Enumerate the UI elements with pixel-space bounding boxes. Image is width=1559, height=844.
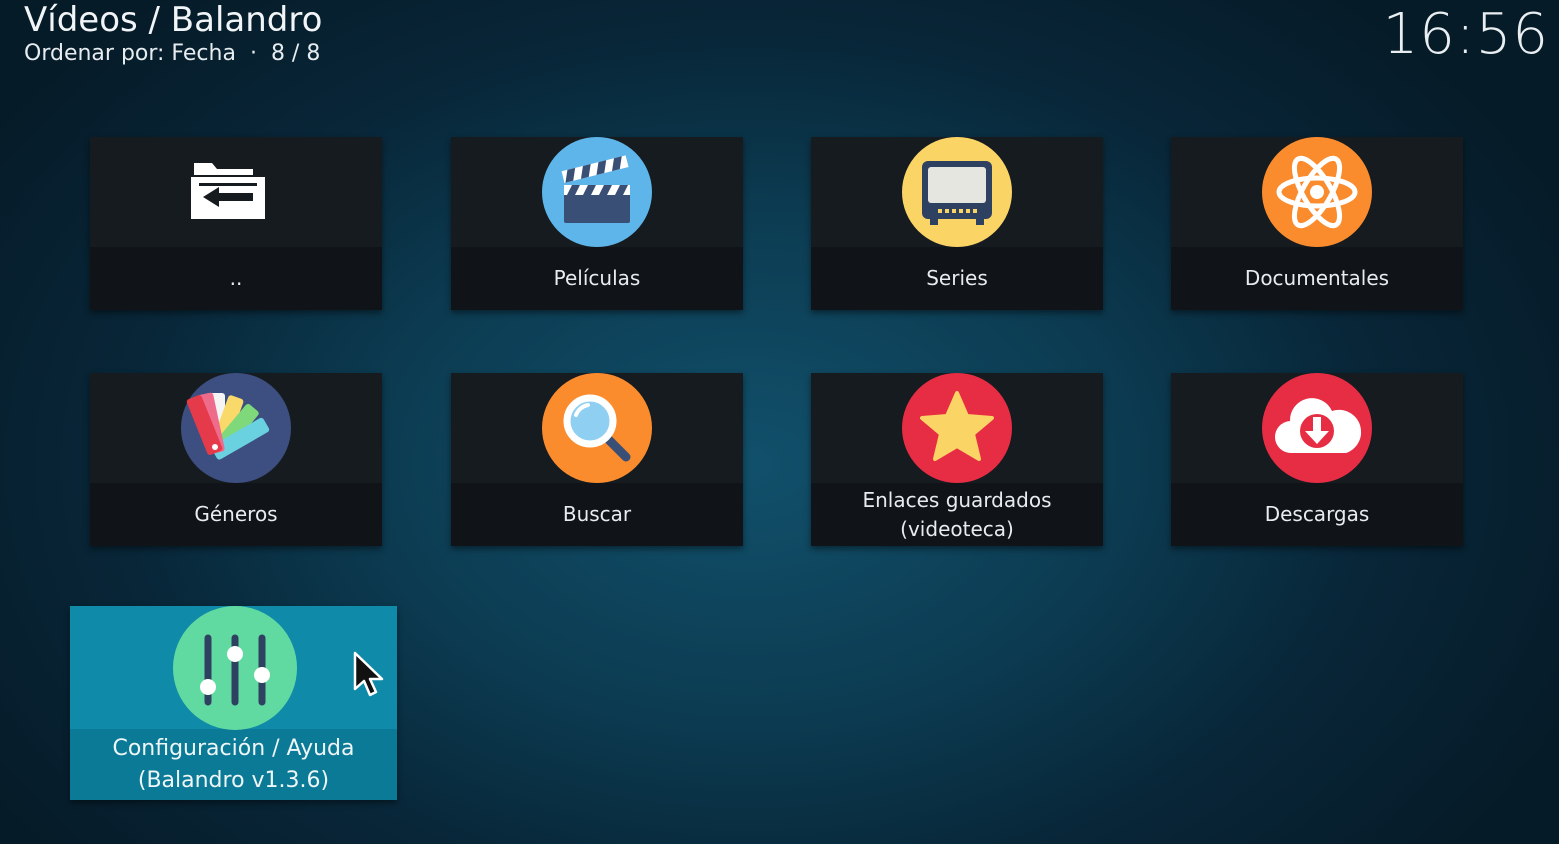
tile-generos[interactable]: Géneros bbox=[90, 373, 382, 546]
atom-icon bbox=[1262, 137, 1372, 247]
tile-parent-folder[interactable]: .. bbox=[90, 137, 382, 310]
tile-label: Buscar bbox=[562, 502, 632, 526]
page-title: Vídeos / Balandro bbox=[24, 0, 323, 40]
sort-info: Ordenar por: Fecha · 8 / 8 bbox=[24, 40, 320, 68]
item-count: 8 / 8 bbox=[270, 41, 321, 66]
tile-configuracion-ayuda[interactable]: Configuración / Ayuda (Balandro v1.3.6) bbox=[70, 606, 397, 800]
tile-label: Descargas bbox=[1264, 502, 1370, 526]
magnifier-icon bbox=[542, 373, 652, 483]
tile-label: .. bbox=[229, 266, 243, 290]
tv-icon bbox=[902, 137, 1012, 247]
clapperboard-icon bbox=[542, 137, 652, 247]
clock: 16:56 bbox=[1382, 2, 1549, 67]
tile-peliculas[interactable]: Películas bbox=[451, 137, 743, 310]
tile-enlaces-guardados[interactable]: Enlaces guardados (videoteca) bbox=[811, 373, 1103, 546]
cloud-download-icon bbox=[1262, 373, 1372, 483]
tile-descargas[interactable]: Descargas bbox=[1171, 373, 1463, 546]
sliders-icon bbox=[173, 606, 297, 730]
folder-back-icon bbox=[191, 163, 265, 219]
tile-label: Series bbox=[926, 266, 988, 290]
tile-label: Géneros bbox=[194, 502, 278, 526]
tile-label: Películas bbox=[553, 266, 641, 290]
mouse-cursor-icon bbox=[353, 651, 384, 697]
tile-label: Documentales bbox=[1244, 266, 1390, 290]
tile-documentales[interactable]: Documentales bbox=[1171, 137, 1463, 310]
sort-label[interactable]: Ordenar por: Fecha bbox=[24, 41, 236, 66]
tile-series[interactable]: Series bbox=[811, 137, 1103, 310]
separator: · bbox=[249, 41, 257, 66]
tile-label: Configuración / Ayuda (Balandro v1.3.6) bbox=[112, 735, 355, 793]
tile-label: Enlaces guardados (videoteca) bbox=[862, 487, 1052, 541]
tile-buscar[interactable]: Buscar bbox=[451, 373, 743, 546]
star-icon bbox=[902, 373, 1012, 483]
color-palette-icon bbox=[181, 373, 291, 483]
